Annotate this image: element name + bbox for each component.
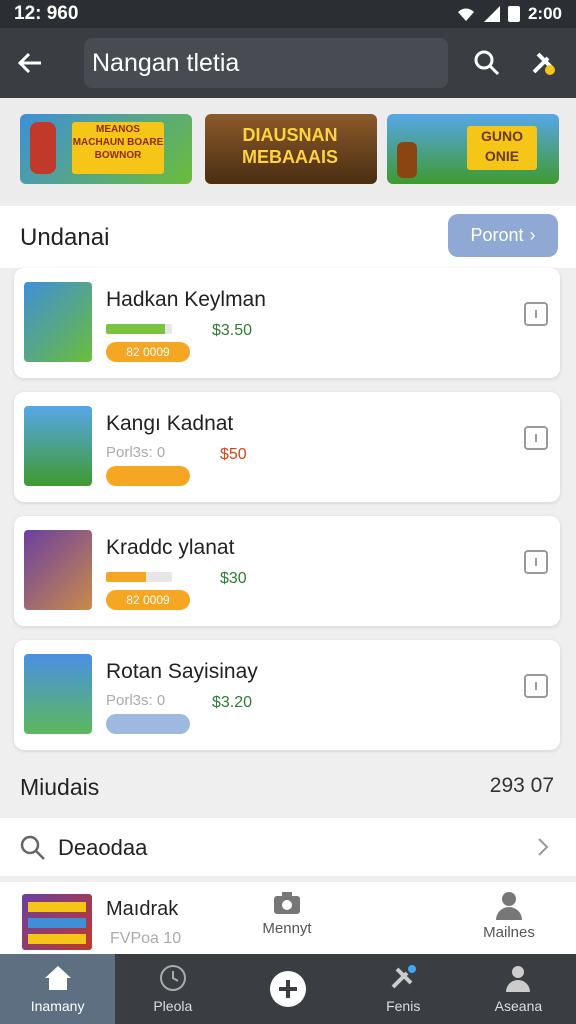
add-icon [270, 971, 306, 1007]
card-menu-icon[interactable] [524, 674, 548, 698]
status-right-text: 2:00 [527, 4, 562, 23]
banner-text: GUNO ONIE [467, 126, 537, 170]
nav-item-profile[interactable]: Aseana [461, 954, 576, 1024]
section2-label: Miudais [20, 774, 100, 800]
promo-button[interactable]: Poront › [448, 214, 558, 257]
game-title[interactable]: Kraddc ylanat [106, 536, 234, 560]
banner-carousel: MEANOS MACHAUN BOARE BOWNOR DIAUSNAN MEB… [0, 98, 576, 204]
nav-item-recent[interactable]: Pleola [115, 954, 230, 1024]
section2-count: 293 07 [489, 774, 554, 797]
banner-item[interactable]: GUNO ONIE [387, 114, 559, 184]
status-bar: 12: 960 2:00 [0, 0, 576, 28]
battery-icon [507, 6, 520, 22]
game-card[interactable]: Rotan Sayisinay Porl3s: 0 $3.20 [14, 640, 560, 750]
section-header: Undanai Poront › [0, 206, 576, 268]
game-card[interactable]: Kangı Kadnat Porl3s: 0 $50 [14, 392, 560, 502]
card-menu-icon[interactable] [524, 426, 548, 450]
shortcuts-row: Maıdrak FVPoa 10 Mennyt Mailnes [0, 882, 576, 954]
shortcut-subtitle: FVPoa 10 [110, 930, 182, 947]
banner-text: DIAUSNAN MEBAAAIS [241, 125, 338, 167]
game-title[interactable]: Hadkan Keylman [106, 288, 266, 312]
chevron-right-icon [538, 838, 549, 856]
app-bar: Nangan tletia [0, 28, 576, 98]
chevron-right-icon: › [529, 225, 536, 245]
game-price: $50 [220, 446, 247, 463]
banner-item[interactable]: MEANOS MACHAUN BOARE BOWNOR [20, 114, 192, 184]
search-row[interactable]: Deaodaa [0, 818, 576, 876]
nav-label-recent: Pleola [153, 998, 193, 1014]
progress-fill [106, 324, 166, 334]
promo-button-label: Poront [470, 225, 524, 245]
shortcut-title[interactable]: Maıdrak [106, 898, 178, 921]
game-subtitle: Porl3s: 0 [106, 692, 166, 709]
card-menu-icon[interactable] [524, 302, 548, 326]
nav-label-tools: Fenis [386, 998, 421, 1014]
shortcut-camera-label: Mennyt [262, 920, 312, 937]
bottom-nav: Inamany Pleola Fenis Aseana [0, 954, 576, 1024]
search-icon [20, 835, 45, 860]
search-label: Deaodaa [58, 835, 148, 860]
progress-bar [106, 572, 172, 582]
game-title[interactable]: Rotan Sayisinay [106, 660, 258, 684]
banner-text: MEANOS MACHAUN BOARE BOWNOR [72, 122, 164, 174]
home-icon [44, 966, 71, 990]
section-title: Undanai [20, 224, 110, 251]
signal-icon [483, 6, 500, 22]
search-icon [474, 50, 500, 76]
card-menu-icon[interactable] [524, 550, 548, 574]
game-thumbnail[interactable] [24, 406, 92, 486]
game-thumbnail[interactable] [22, 894, 92, 950]
nav-item-tools[interactable]: Fenis [346, 954, 461, 1024]
nav-item-add[interactable] [230, 954, 345, 1024]
camera-icon [274, 892, 300, 914]
game-title[interactable]: Kangı Kadnat [106, 412, 233, 436]
game-price: $30 [220, 570, 247, 587]
progress-bar [106, 324, 172, 334]
tools-icon [532, 52, 555, 75]
nav-label-home: Inamany [30, 998, 85, 1014]
back-button[interactable] [0, 28, 60, 98]
banner-item[interactable]: DIAUSNAN MEBAAAIS [205, 114, 377, 184]
game-badge[interactable] [106, 714, 190, 734]
game-badge[interactable] [106, 466, 190, 486]
tools-button[interactable] [522, 42, 564, 84]
nav-item-home[interactable]: Inamany [0, 954, 116, 1024]
progress-fill [106, 572, 146, 582]
game-thumbnail[interactable] [24, 282, 92, 362]
game-card[interactable]: Hadkan Keylman $3.50 82 0009 [14, 268, 560, 378]
game-subtitle: Porl3s: 0 [106, 444, 166, 461]
page-title: Nangan tletia [84, 38, 448, 88]
game-thumbnail[interactable] [24, 530, 92, 610]
wifi-icon [457, 8, 474, 21]
profile-icon [496, 892, 522, 920]
shortcut-profile[interactable]: Mailnes [454, 890, 564, 941]
game-badge[interactable]: 82 0009 [106, 342, 190, 362]
search-button[interactable] [466, 42, 508, 84]
shortcut-camera[interactable]: Mennyt [232, 890, 342, 937]
game-price: $3.20 [212, 694, 253, 711]
nav-label-profile: Aseana [494, 998, 543, 1014]
game-card[interactable]: Kraddc ylanat $30 82 0009 [14, 516, 560, 626]
clock-icon [159, 965, 186, 991]
game-price: $3.50 [212, 322, 253, 339]
game-thumbnail[interactable] [24, 654, 92, 734]
game-badge[interactable]: 82 0009 [106, 590, 190, 610]
back-arrow-icon [17, 52, 41, 74]
status-time: 12: 960 [14, 3, 79, 24]
shortcut-profile-label: Mailnes [483, 924, 535, 941]
tools-icon [391, 965, 417, 989]
status-icons: 2:00 [456, 4, 562, 24]
profile-icon [506, 966, 531, 992]
